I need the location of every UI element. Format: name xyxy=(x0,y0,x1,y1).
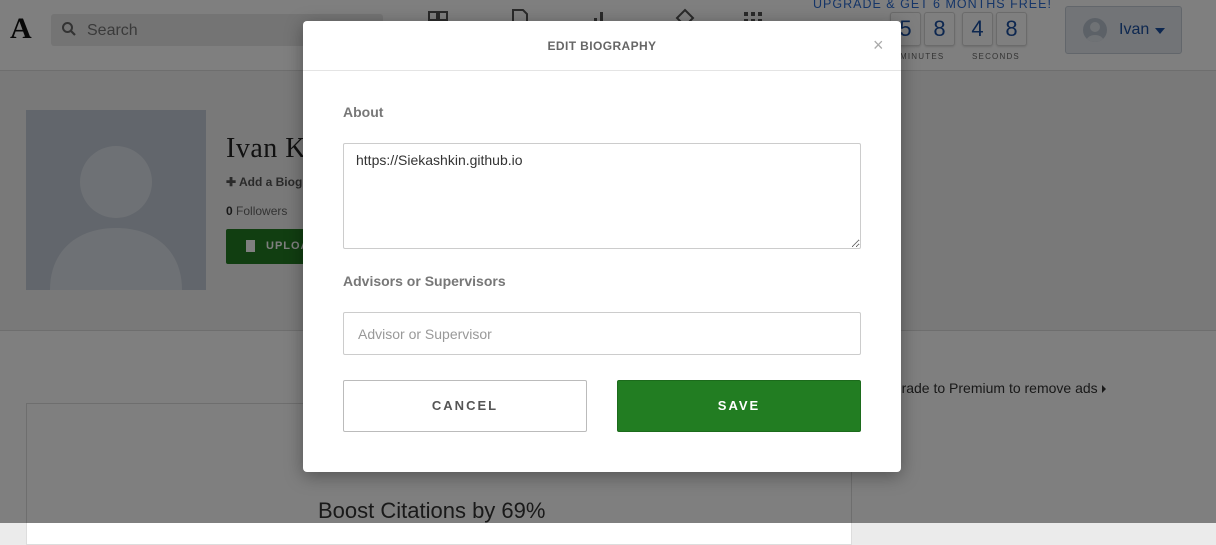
dialog-title: EDIT BIOGRAPHY xyxy=(547,39,657,53)
cancel-button[interactable]: CANCEL xyxy=(343,380,587,432)
advisors-label: Advisors or Supervisors xyxy=(343,273,506,289)
advisor-input[interactable] xyxy=(343,312,861,355)
about-textarea[interactable]: https://Siekashkin.github.io xyxy=(343,143,861,249)
dialog-header: EDIT BIOGRAPHY × xyxy=(303,21,901,71)
close-icon[interactable]: × xyxy=(873,35,884,56)
save-button[interactable]: SAVE xyxy=(617,380,861,432)
edit-biography-dialog: EDIT BIOGRAPHY × About https://Siekashki… xyxy=(303,21,901,472)
about-label: About xyxy=(343,104,384,120)
